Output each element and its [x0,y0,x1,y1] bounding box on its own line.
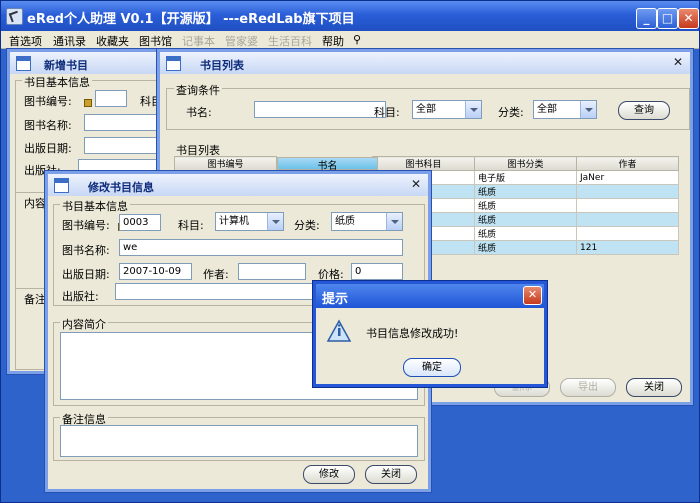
edit-type-select[interactable]: 纸质 [331,212,403,231]
query-group-label: 查询条件 [174,82,222,98]
add-pub-date-label: 出版日期: [24,142,72,155]
export-button[interactable]: 导出 [560,378,616,397]
edit-subject-select[interactable]: 计算机 [215,212,284,231]
query-name-label: 书名: [186,106,212,119]
menu-contacts[interactable]: 通讯录 [53,33,86,49]
edit-type-label: 分类: [294,219,320,232]
edit-publisher-label: 出版社: [62,290,99,303]
column-header-book-name[interactable]: 书名 [277,156,378,172]
table-header-row: 图书编号 书名 图书科目 图书分类 作者 [174,156,679,172]
table-cell [576,226,679,241]
menu-preferences[interactable]: 首选项 [9,33,42,49]
menu-encyclopedia[interactable]: 生活百科 [268,33,312,49]
add-book-title-bar[interactable]: 新增书目 [10,52,162,74]
app-icon [6,8,23,25]
table-cell: JaNer [576,170,679,185]
table-cell: 121 [576,240,679,255]
frame-icon [16,56,31,71]
add-book-name-input[interactable] [84,114,159,131]
edit-subject-value: 计算机 [219,216,249,227]
chevron-down-icon[interactable] [386,213,402,230]
edit-price-label: 价格: [318,268,344,281]
table-cell: 纸质 [474,198,577,213]
dialog-message: 书目信息修改成功! [366,327,459,340]
edit-notes-textarea[interactable] [60,425,418,457]
main-title-bar[interactable]: eRed个人助理 V0.1【开源版】 ---eRedLab旗下项目 _ □ ✕ [1,1,699,31]
column-header-subject[interactable]: 图书科目 [372,156,475,171]
dialog-title: 提示 [322,292,349,307]
dialog-title-bar[interactable]: 提示 ✕ [316,284,544,308]
menu-housekeeper[interactable]: 管家婆 [225,33,258,49]
query-type-select[interactable]: 全部 [533,100,597,119]
edit-book-title-bar[interactable]: 修改书目信息 ✕ [48,174,428,196]
add-book-no-input[interactable] [95,90,127,107]
add-book-name-label: 图书名称: [24,119,72,132]
query-subject-select[interactable]: 全部 [412,100,482,119]
edit-book-no-input[interactable]: 0003 [119,214,161,231]
menu-favorites[interactable]: 收藏夹 [96,33,129,49]
add-pub-date-input[interactable] [84,137,159,154]
modify-button[interactable]: 修改 [303,465,355,484]
edit-name-input[interactable]: we [119,239,403,256]
edit-type-value: 纸质 [335,216,355,227]
query-subject-value: 全部 [416,104,436,115]
query-subject-label: 科目: [374,106,400,119]
menu-help[interactable]: 帮助 [322,33,344,49]
info-warning-icon [326,319,352,342]
close-icon[interactable]: ✕ [409,177,423,191]
minimize-button[interactable]: _ [636,8,657,29]
edit-date-input[interactable]: 2007-10-09 [119,263,192,280]
table-cell: 纸质 [474,184,577,199]
table-cell: 纸质 [474,212,577,227]
edit-subject-label: 科目: [178,219,204,232]
query-button[interactable]: 查询 [618,101,670,120]
search-icon[interactable]: ⚲ [353,33,361,46]
edit-author-input[interactable] [238,263,306,280]
edit-close-button[interactable]: 关闭 [365,465,417,484]
chevron-down-icon[interactable] [465,101,481,118]
maximize-button[interactable]: □ [657,8,678,29]
add-book-no-label: 图书编号: [24,95,72,108]
table-cell: 电子版 [474,170,577,185]
edit-author-label: 作者: [203,268,229,281]
dialog-close-icon[interactable]: ✕ [523,286,542,305]
close-icon[interactable]: ✕ [671,55,685,69]
query-type-value: 全部 [537,104,557,115]
edit-publisher-input[interactable] [115,283,320,300]
lock-icon [84,99,92,107]
alert-dialog: 提示 ✕ 书目信息修改成功! 确定 [313,281,547,387]
edit-name-label: 图书名称: [62,244,110,257]
edit-price-input[interactable]: 0 [351,263,403,280]
table-cell [576,198,679,213]
add-basic-label: 书目基本信息 [22,74,92,90]
list-close-button[interactable]: 关闭 [626,378,682,397]
frame-icon [54,178,69,193]
column-header-author[interactable]: 作者 [576,156,679,171]
edit-content-label: 内容简介 [60,316,108,332]
menu-notepad[interactable]: 记事本 [182,33,215,49]
close-button[interactable]: ✕ [678,8,699,29]
table-cell: 纸质 [474,240,577,255]
book-list-title: 书目列表 [200,59,244,72]
menu-library[interactable]: 图书馆 [139,33,172,49]
query-name-input[interactable] [254,101,386,118]
frame-icon [166,56,181,71]
query-type-label: 分类: [498,106,524,119]
chevron-down-icon[interactable] [580,101,596,118]
chevron-down-icon[interactable] [267,213,283,230]
table-cell: 纸质 [474,226,577,241]
edit-book-title: 修改书目信息 [88,181,154,194]
table-cell [576,184,679,199]
edit-date-label: 出版日期: [62,268,110,281]
table-cell [576,212,679,227]
edit-book-no-label: 图书编号: [62,219,110,232]
menu-bar: 首选项 通讯录 收藏夹 图书馆 记事本 管家婆 生活百科 帮助 ⚲ [1,31,699,49]
book-list-title-bar[interactable]: 书目列表 ✕ [160,52,690,74]
add-book-title: 新增书目 [44,59,88,72]
ok-button[interactable]: 确定 [403,358,461,377]
column-header-book-no[interactable]: 图书编号 [174,156,277,171]
column-header-type[interactable]: 图书分类 [474,156,577,171]
app-title: eRed个人助理 V0.1【开源版】 ---eRedLab旗下项目 [27,12,355,27]
edit-basic-label: 书目基本信息 [60,198,130,214]
